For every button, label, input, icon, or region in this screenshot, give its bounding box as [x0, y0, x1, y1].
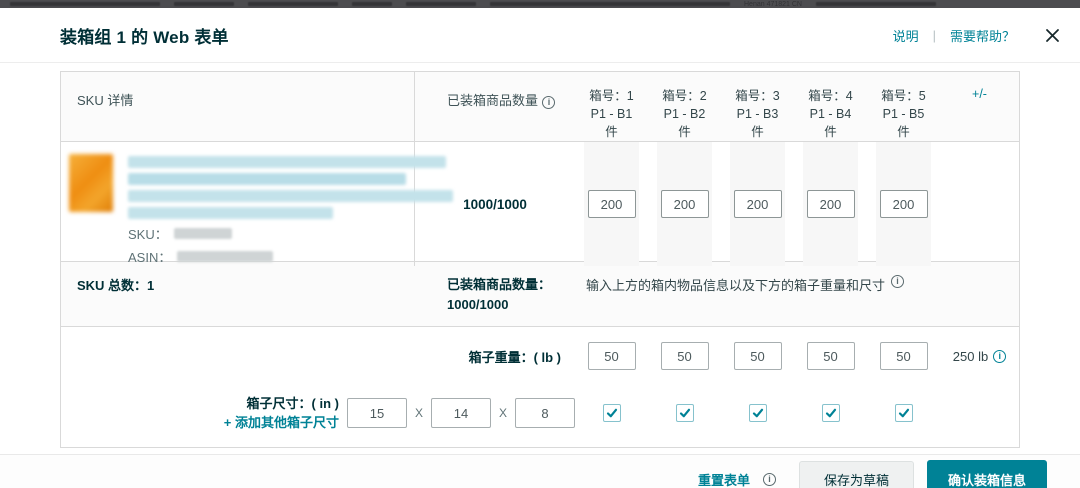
product-title-redacted — [128, 156, 446, 168]
box-unit: 件 — [648, 123, 721, 141]
box-code: P1 - B1 — [575, 105, 648, 123]
dimension-x-separator: X — [415, 406, 423, 420]
box-dimensions-row: 箱子尺寸：( in ) + 添加其他箱子尺寸 X X — [61, 385, 1019, 447]
box-4-header: 箱号：4 P1 - B4 件 — [794, 72, 867, 141]
reset-form-link[interactable]: 重置表单 — [698, 470, 750, 488]
box-weight-row: 箱子重量：( lb ) 250 lb i — [61, 327, 1019, 385]
sku-details-header: SKU 详情 — [77, 93, 133, 108]
box-3-dims-checkbox[interactable] — [749, 404, 767, 422]
box-2-qty-input[interactable] — [661, 190, 709, 218]
sku-total: SKU 总数：1 — [61, 275, 415, 314]
box-number: 箱号：4 — [794, 87, 867, 105]
background-blur-text — [174, 2, 234, 6]
background-blur-text — [10, 2, 160, 6]
box-2-weight-input[interactable] — [661, 342, 709, 370]
table-header-row: SKU 详情 已装箱商品数量 i 箱号：1 P1 - B1 件 箱号：2 P1 … — [61, 72, 1019, 142]
box-code: P1 - B3 — [721, 105, 794, 123]
box-unit: 件 — [867, 123, 940, 141]
modal-header: 装箱组 1 的 Web 表单 说明 | 需要帮助？ — [0, 8, 1080, 63]
instructions-link[interactable]: 说明 — [893, 26, 919, 45]
box-code: P1 - B5 — [867, 105, 940, 123]
background-address-fragment: Henan 471821 CN — [744, 1, 802, 8]
box-3-weight-input[interactable] — [734, 342, 782, 370]
product-title-redacted — [128, 207, 333, 219]
box-2-dims-checkbox[interactable] — [676, 404, 694, 422]
box-4-qty-input[interactable] — [807, 190, 855, 218]
box-1-header: 箱号：1 P1 - B1 件 — [575, 72, 648, 141]
box-unit: 件 — [794, 123, 867, 141]
summary-row: SKU 总数：1 已装箱商品数量： 1000/1000 输入上方的箱内物品信息以… — [61, 262, 1019, 327]
box-weight-label: 箱子重量：( lb ) — [61, 347, 575, 366]
product-title-redacted — [128, 190, 453, 202]
box-5-dims-checkbox[interactable] — [895, 404, 913, 422]
add-remove-box-button[interactable]: +/- — [940, 72, 1019, 141]
background-blur-text — [248, 2, 338, 6]
info-icon[interactable]: i — [993, 350, 1006, 363]
packed-qty-summary-label: 已装箱商品数量： — [447, 275, 575, 295]
box-1-dims-checkbox[interactable] — [603, 404, 621, 422]
background-page-strip: Henan 471821 CN — [0, 0, 1080, 8]
packed-qty-summary-value: 1000/1000 — [447, 295, 575, 315]
packing-group-web-form-modal: Henan 471821 CN 装箱组 1 的 Web 表单 说明 | 需要帮助… — [0, 0, 1080, 488]
background-blur-text — [816, 2, 936, 6]
packed-qty-header: 已装箱商品数量 — [447, 93, 538, 108]
box-number: 箱号：2 — [648, 87, 721, 105]
confirm-packing-info-button[interactable]: 确认装箱信息 — [927, 460, 1047, 488]
box-5-weight-input[interactable] — [880, 342, 928, 370]
product-title-redacted — [128, 173, 406, 185]
box-number: 箱号：5 — [867, 87, 940, 105]
box-1-weight-input[interactable] — [588, 342, 636, 370]
modal-footer: 重置表单 i 保存为草稿 确认装箱信息 — [0, 454, 1080, 488]
box-number: 箱号：1 — [575, 87, 648, 105]
info-icon[interactable]: i — [891, 275, 904, 288]
page-title: 装箱组 1 的 Web 表单 — [60, 23, 229, 48]
box-3-header: 箱号：3 P1 - B3 件 — [721, 72, 794, 141]
background-blur-text — [352, 2, 392, 6]
total-weight-value: 250 lb — [953, 349, 988, 364]
asin-value-redacted — [177, 251, 273, 262]
add-other-box-size-link[interactable]: + 添加其他箱子尺寸 — [224, 413, 339, 433]
box-height-input[interactable] — [515, 398, 575, 428]
box-4-weight-input[interactable] — [807, 342, 855, 370]
close-icon[interactable] — [1045, 28, 1060, 43]
background-blur-text — [490, 2, 730, 6]
packing-table: SKU 详情 已装箱商品数量 i 箱号：1 P1 - B1 件 箱号：2 P1 … — [60, 71, 1020, 448]
packing-instruction: 输入上方的箱内物品信息以及下方的箱子重量和尺寸 — [586, 275, 885, 294]
box-4-dims-checkbox[interactable] — [822, 404, 840, 422]
background-blur-text — [406, 2, 476, 6]
sku-value-redacted — [174, 228, 232, 239]
dimension-x-separator: X — [499, 406, 507, 420]
product-thumbnail — [69, 154, 113, 212]
box-unit: 件 — [575, 123, 648, 141]
help-link[interactable]: 需要帮助？ — [950, 26, 1015, 45]
save-as-draft-button[interactable]: 保存为草稿 — [799, 461, 914, 488]
box-length-input[interactable] — [347, 398, 407, 428]
box-2-header: 箱号：2 P1 - B2 件 — [648, 72, 721, 141]
box-number: 箱号：3 — [721, 87, 794, 105]
header-link-separator: | — [933, 28, 936, 43]
box-width-input[interactable] — [431, 398, 491, 428]
info-icon[interactable]: i — [542, 96, 555, 109]
box-5-header: 箱号：5 P1 - B5 件 — [867, 72, 940, 141]
box-3-qty-input[interactable] — [734, 190, 782, 218]
box-unit: 件 — [721, 123, 794, 141]
asin-label: ASIN： — [128, 247, 171, 266]
box-dimensions-label: 箱子尺寸：( in ) — [224, 394, 339, 414]
box-5-qty-input[interactable] — [880, 190, 928, 218]
info-icon[interactable]: i — [763, 473, 776, 486]
box-1-qty-input[interactable] — [588, 190, 636, 218]
box-code: P1 - B2 — [648, 105, 721, 123]
box-code: P1 - B4 — [794, 105, 867, 123]
product-row: SKU： ASIN： 1000/1000 — [61, 142, 1019, 262]
sku-label: SKU： — [128, 224, 168, 243]
